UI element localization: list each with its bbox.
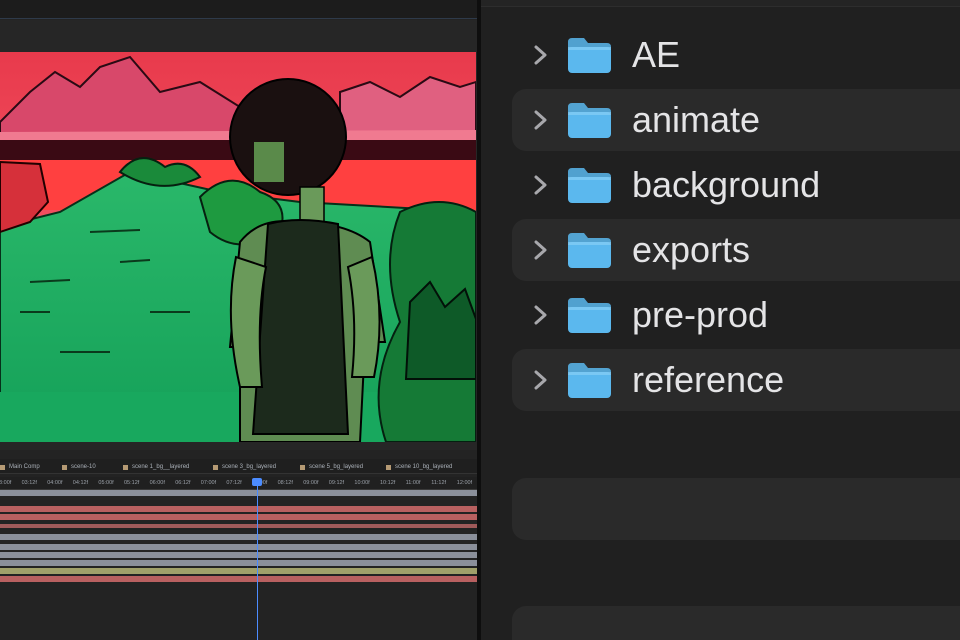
tab-main-comp[interactable]: Main Comp	[0, 462, 40, 472]
ruler-tick-label: 03:00f	[0, 480, 12, 486]
ruler-tick-label: 11:12f	[431, 480, 447, 486]
timeline-layer-bar[interactable]	[0, 552, 477, 558]
tab-label: scene 5_bg_layered	[309, 464, 364, 470]
folder-name: reference	[632, 359, 785, 400]
ruler-tick-label: 09:00f	[303, 480, 319, 486]
tab-label: scene 3_bg_layered	[222, 464, 277, 470]
folder-row-exports[interactable]: exports	[512, 219, 960, 281]
folder-name: animate	[632, 99, 761, 140]
timeline-layer-bar[interactable]	[0, 534, 477, 540]
tab-scene-10[interactable]: scene-10	[62, 462, 96, 472]
folder-name: AE	[632, 34, 681, 75]
ruler-tick-label: 06:12f	[175, 480, 191, 486]
ruler-tick-label: 07:12f	[226, 480, 242, 486]
timeline-layer-bar[interactable]	[0, 568, 477, 574]
timeline-layer-bar[interactable]	[0, 490, 477, 496]
animation-frame-image	[0, 52, 476, 442]
tab-scene-1-bg[interactable]: scene 1_bg__layered	[123, 462, 189, 472]
timeline-layer-bar[interactable]	[0, 576, 477, 582]
empty-list-row	[512, 606, 960, 640]
ruler-tick-label: 04:12f	[72, 480, 89, 486]
composition-panel: Main Comp scene-10 scene 1_bg__layered s…	[0, 0, 477, 640]
ruler-tick-label: 08:12f	[277, 480, 293, 486]
chevron-right-icon[interactable]	[527, 235, 553, 265]
folder-row-pre-prod[interactable]: pre-prod	[512, 284, 960, 346]
folder-name: background	[632, 164, 821, 205]
folder-row-AE[interactable]: AE	[512, 24, 960, 86]
finder-list: AE animate background exports pre-prod refere…	[481, 0, 960, 640]
timeline-layer-bar[interactable]	[0, 514, 477, 520]
ruler-tick-label: 10:00f	[354, 480, 370, 486]
timeline-layer-bar[interactable]	[0, 560, 477, 566]
chevron-right-icon[interactable]	[527, 300, 553, 330]
comp-swatch	[386, 464, 391, 470]
ruler-tick-label: 09:12f	[328, 480, 345, 486]
ruler-tick-label: 04:00f	[47, 480, 63, 486]
comp-swatch	[213, 464, 218, 470]
comp-swatch	[123, 464, 128, 470]
timeline-tracks	[0, 490, 477, 640]
folder-row-animate[interactable]: animate	[512, 89, 960, 151]
ruler-tick-label: 05:12f	[124, 480, 140, 486]
playhead-line[interactable]	[257, 478, 258, 640]
comp-swatch	[300, 464, 305, 470]
tab-label: scene 1_bg__layered	[132, 464, 190, 470]
composition-viewer[interactable]	[0, 52, 476, 442]
folder-name: exports	[632, 229, 751, 270]
timeline-layer-bar[interactable]	[0, 506, 477, 512]
chevron-right-icon[interactable]	[527, 105, 553, 135]
folder-icon	[568, 298, 611, 333]
tab-label: Main Comp	[9, 464, 40, 470]
tab-scene-5-bg[interactable]: scene 5_bg_layered	[300, 462, 363, 472]
folder-icon	[568, 363, 611, 398]
composition-tabs: Main Comp scene-10 scene 1_bg__layered s…	[0, 459, 477, 474]
folder-icon	[568, 38, 611, 73]
tab-label: scene 10_bg_layered	[395, 464, 453, 470]
ruler-tick-label: 12:00f	[456, 480, 473, 486]
ruler-tick-label: 05:00f	[98, 480, 114, 486]
chevron-right-icon[interactable]	[527, 170, 553, 200]
panel-header	[0, 0, 477, 19]
timeline-layer-bar[interactable]	[0, 544, 477, 550]
tab-scene-3-bg[interactable]: scene 3_bg_layered	[213, 462, 276, 472]
folder-row-reference[interactable]: reference	[512, 349, 960, 411]
time-ruler[interactable]: 03:00f 03:12f 04:00f 04:12f 05:00f 05:12f 06:0…	[0, 477, 477, 490]
tab-scene-10-bg[interactable]: scene 10_bg_layered	[386, 462, 452, 472]
chevron-right-icon[interactable]	[527, 365, 553, 395]
ruler-tick-label: 07:00f	[200, 480, 217, 486]
folder-icon	[568, 233, 611, 268]
folder-name: pre-prod	[632, 294, 769, 335]
comp-swatch	[62, 464, 67, 470]
comp-swatch	[0, 464, 5, 470]
folder-row-background[interactable]: background	[512, 154, 960, 216]
timeline-layer-bar[interactable]	[0, 524, 477, 528]
folder-icon	[568, 168, 611, 203]
ruler-tick-label: 03:12f	[21, 480, 37, 486]
playhead-handle[interactable]	[252, 478, 262, 486]
ruler-tick-label: 10:12f	[380, 480, 396, 486]
chevron-right-icon[interactable]	[527, 40, 553, 70]
finder-header-edge	[481, 0, 960, 7]
ruler-tick-label: 11:00f	[405, 480, 421, 486]
tab-label: scene-10	[71, 464, 96, 470]
ruler-tick-label: 06:00f	[149, 480, 165, 486]
folder-icon	[568, 103, 611, 138]
empty-list-row	[512, 478, 960, 540]
